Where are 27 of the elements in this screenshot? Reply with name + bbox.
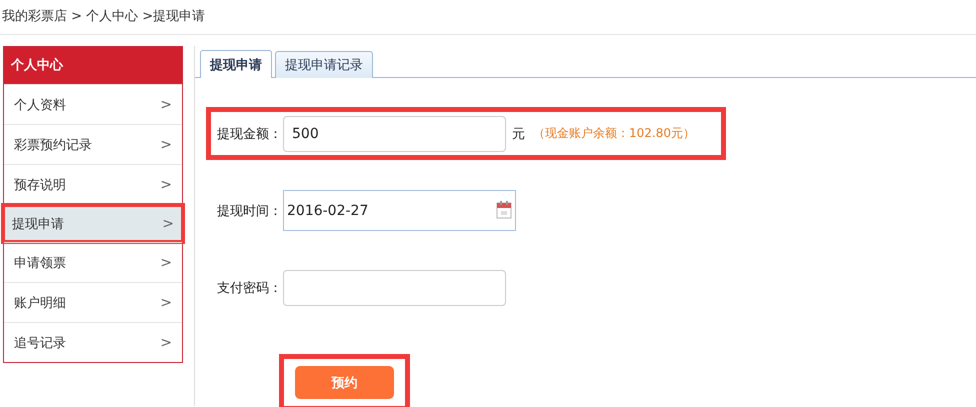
- sidebar-item[interactable]: 账户明细 >: [4, 283, 182, 322]
- sidebar-item[interactable]: 个人资料 >: [4, 85, 182, 124]
- balance-note: （现金账户余额：102.80元）: [533, 125, 695, 142]
- chevron-icon: >: [160, 254, 172, 270]
- unit-label: 元: [512, 126, 525, 142]
- field-label: 提现金额：: [217, 126, 283, 142]
- sidebar-item[interactable]: 追号记录 >: [4, 323, 182, 362]
- chevron-icon: >: [162, 216, 174, 232]
- password-field[interactable]: [283, 270, 506, 306]
- amount-field[interactable]: 500: [283, 116, 506, 152]
- tab[interactable]: 提现申请: [200, 50, 272, 78]
- chevron-icon: >: [160, 96, 172, 112]
- sidebar-item[interactable]: 提现申请 >: [5, 207, 181, 240]
- chevron-icon: >: [160, 136, 172, 152]
- sidebar-item[interactable]: 预存说明 >: [4, 165, 182, 204]
- tab[interactable]: 提现申请记录: [275, 51, 373, 78]
- date-field[interactable]: 2016-02-27: [283, 190, 516, 231]
- chevron-icon: >: [160, 294, 172, 310]
- chevron-icon: >: [160, 334, 172, 350]
- sidebar-title: 个人中心: [4, 47, 182, 84]
- chevron-icon: >: [160, 176, 172, 192]
- breadcrumb: 我的彩票店 > 个人中心 >提现申请: [1, 8, 206, 26]
- sidebar-item[interactable]: 申请领票 >: [4, 243, 182, 282]
- field-label: 支付密码：: [217, 280, 283, 296]
- sidebar-item[interactable]: 彩票预约记录 >: [4, 125, 182, 164]
- field-label: 提现时间：: [217, 202, 283, 220]
- calendar-icon[interactable]: [496, 201, 512, 219]
